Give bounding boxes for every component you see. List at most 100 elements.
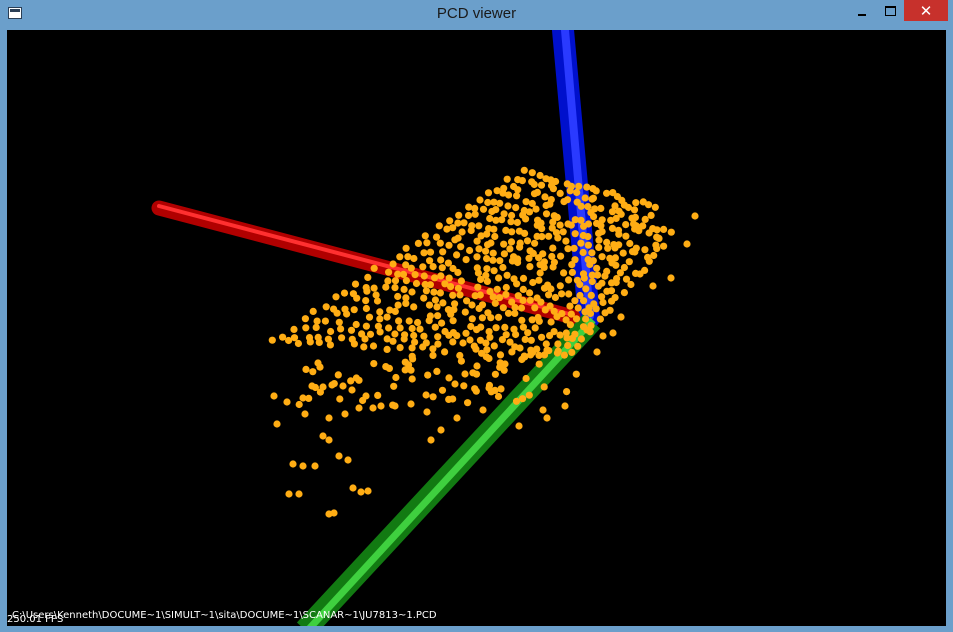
point — [560, 269, 568, 277]
point — [338, 334, 346, 342]
close-button[interactable]: ✕ — [904, 0, 948, 21]
point — [335, 318, 343, 326]
point — [384, 277, 392, 285]
point — [526, 289, 534, 297]
point — [408, 324, 416, 333]
point — [349, 484, 357, 492]
point — [437, 426, 445, 434]
point — [496, 351, 505, 359]
point — [538, 233, 546, 241]
point — [615, 230, 623, 238]
point — [464, 399, 472, 407]
point — [577, 239, 585, 247]
point — [518, 316, 526, 324]
point — [478, 314, 486, 322]
point — [489, 249, 497, 257]
minimize-icon — [858, 13, 866, 16]
point — [531, 239, 539, 247]
point — [347, 326, 356, 334]
point-cloud-canvas[interactable] — [7, 30, 946, 626]
point — [391, 307, 399, 315]
point — [484, 189, 493, 197]
point — [500, 250, 508, 258]
point — [314, 359, 322, 367]
point — [594, 271, 602, 279]
point — [430, 288, 438, 296]
point — [540, 383, 548, 391]
point — [660, 242, 668, 250]
point — [369, 404, 377, 412]
point — [563, 388, 571, 396]
point — [490, 267, 498, 275]
point — [461, 308, 469, 316]
point — [437, 256, 445, 264]
point — [285, 490, 293, 498]
point — [572, 315, 581, 323]
point — [370, 360, 378, 368]
point — [559, 228, 567, 236]
point — [333, 309, 341, 317]
point — [429, 345, 437, 353]
point — [461, 370, 469, 378]
point-cloud — [268, 166, 699, 518]
point — [575, 182, 583, 190]
point — [501, 360, 509, 368]
point — [598, 253, 606, 261]
point — [496, 257, 504, 265]
point — [521, 229, 529, 237]
title-bar[interactable]: PCD viewer ✕ — [0, 0, 953, 28]
point — [449, 224, 457, 232]
point — [607, 287, 616, 295]
point — [583, 183, 591, 191]
point — [487, 314, 495, 322]
point — [399, 270, 408, 278]
point — [526, 263, 534, 271]
point — [519, 285, 527, 293]
point — [587, 291, 595, 299]
point — [574, 304, 582, 312]
point — [586, 260, 594, 268]
point — [445, 331, 453, 339]
point — [462, 256, 470, 264]
point — [353, 294, 361, 302]
point — [683, 240, 691, 248]
point — [520, 166, 528, 174]
point — [590, 213, 598, 221]
point — [362, 297, 370, 305]
point — [420, 294, 428, 302]
point — [299, 394, 307, 402]
point — [414, 239, 422, 247]
point — [582, 315, 590, 323]
point — [529, 348, 537, 356]
maximize-button[interactable] — [876, 0, 904, 21]
point — [542, 210, 551, 218]
point — [436, 289, 444, 297]
point — [376, 315, 384, 323]
point — [483, 277, 491, 285]
point — [422, 287, 430, 295]
point — [532, 205, 540, 213]
point — [414, 318, 422, 327]
point — [352, 374, 360, 382]
point — [546, 332, 554, 340]
point — [644, 201, 653, 209]
point — [273, 420, 281, 428]
point — [558, 290, 566, 298]
point — [573, 188, 581, 197]
point — [327, 327, 335, 336]
point — [407, 400, 415, 408]
point — [582, 285, 590, 293]
point — [650, 251, 658, 260]
point — [475, 245, 483, 253]
point — [319, 383, 327, 391]
point — [625, 258, 633, 266]
point — [402, 277, 410, 285]
minimize-button[interactable] — [848, 0, 876, 21]
point — [489, 293, 497, 301]
point — [487, 239, 495, 247]
point — [411, 271, 419, 279]
point — [619, 249, 627, 257]
point-cloud-viewport[interactable]: 250.01 FPS C:\Users\Kenneth\DOCUME~1\SIM… — [7, 30, 946, 626]
point — [500, 366, 508, 374]
point — [446, 217, 454, 225]
